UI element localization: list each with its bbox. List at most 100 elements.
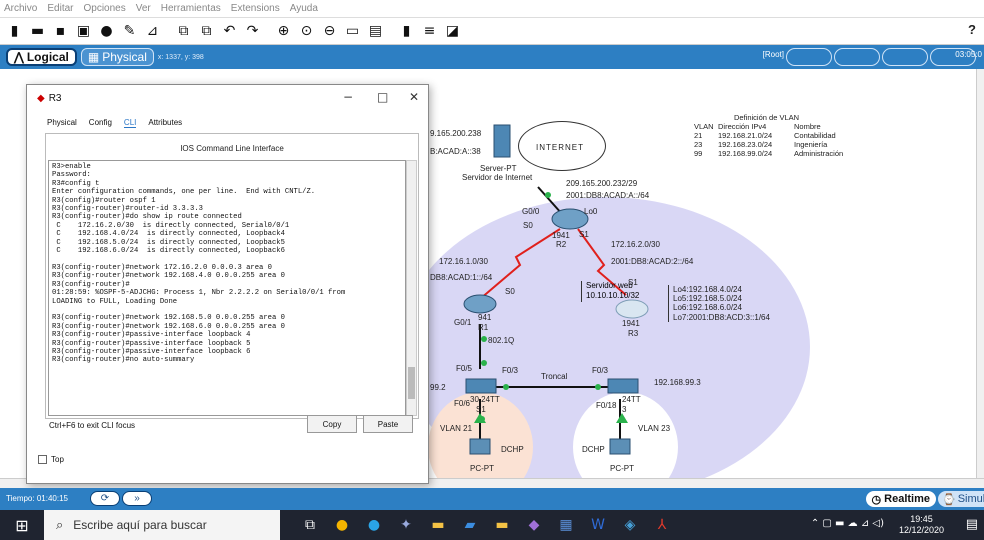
- tab-physical[interactable]: ▦ Physical: [80, 48, 154, 66]
- paste-icon[interactable]: ⧉: [198, 23, 215, 40]
- copy-button[interactable]: Copy: [307, 415, 357, 433]
- environment-clock: 03:05:0: [955, 50, 982, 59]
- link-indicator-4: [503, 384, 509, 390]
- menu-herramientas[interactable]: Herramientas: [161, 3, 221, 14]
- cli-terminal[interactable]: R3>enable Password: R3#config t Enter co…: [48, 160, 406, 416]
- open-folder-icon[interactable]: ▬: [29, 23, 46, 40]
- menu-editar[interactable]: Editar: [47, 3, 73, 14]
- power-cycle-icon[interactable]: ⟳: [90, 491, 120, 506]
- list-icon[interactable]: ≡: [421, 23, 438, 40]
- help-icon[interactable]: ?: [968, 22, 976, 37]
- visual-studio-icon[interactable]: ◆: [518, 517, 550, 533]
- clock-time: 19:45: [910, 514, 933, 524]
- tab-logical[interactable]: ⋀ Logical: [6, 48, 77, 66]
- r3-title-bar[interactable]: ◆ R3: [27, 85, 428, 111]
- file-explorer-icon[interactable]: ▬: [422, 517, 454, 533]
- top-checkbox-box[interactable]: [38, 455, 47, 464]
- pca-model: PC-PT: [470, 464, 494, 473]
- cli-scroll-thumb[interactable]: [408, 367, 415, 399]
- print-icon[interactable]: ▣: [75, 23, 92, 40]
- activity-wizard-icon[interactable]: ✎: [121, 23, 138, 40]
- task-view-icon[interactable]: ⧉: [294, 517, 326, 533]
- vlan-header-name: Nombre: [794, 122, 821, 131]
- word-icon[interactable]: W: [582, 517, 614, 533]
- workspace-vertical-scrollbar[interactable]: [976, 69, 984, 478]
- taskbar-search[interactable]: ⌕ Escribe aquí para buscar: [44, 510, 280, 540]
- system-tray-icons[interactable]: ⌃ ▢ ▬ ☁ ⊿ ◁): [811, 518, 884, 529]
- clock-date: 12/12/2020: [898, 524, 944, 535]
- copy-icon[interactable]: ⧉: [175, 23, 192, 40]
- link-r1-r2-ip6: DB8:ACAD:1::/64: [430, 273, 493, 282]
- custom-devices-icon[interactable]: ▤: [367, 23, 384, 40]
- store-icon[interactable]: ▰: [454, 517, 486, 533]
- simulation-label: Simulation: [957, 493, 984, 505]
- pcc-model: PC-PT: [610, 464, 634, 473]
- logical-icon: ⋀: [14, 50, 24, 64]
- table-row: 21 192.168.21.0/24 Contabilidad: [694, 131, 843, 140]
- image-icon[interactable]: ◪: [444, 23, 461, 40]
- maximize-icon[interactable]: □: [377, 90, 388, 104]
- network-info-icon[interactable]: ⊿: [144, 23, 161, 40]
- undo-icon[interactable]: ↶: [221, 23, 238, 40]
- cli-focus-hint: Ctrl+F6 to exit CLI focus: [49, 421, 136, 430]
- simulation-button[interactable]: ⌚ Simulation: [938, 491, 984, 507]
- save-icon[interactable]: ▪: [52, 23, 69, 40]
- link-r2-r3-ip4: 172.16.2.0/30: [611, 240, 660, 249]
- tab-attributes[interactable]: Attributes: [148, 118, 182, 128]
- notification-icon[interactable]: ▤: [966, 517, 978, 532]
- top-checkbox[interactable]: Top: [38, 455, 64, 464]
- info-icon[interactable]: ●: [98, 23, 115, 40]
- vlan-table-title: Definición de VLAN: [734, 113, 800, 122]
- close-icon[interactable]: ✕: [409, 90, 419, 104]
- realtime-button[interactable]: ◷ Realtime: [865, 491, 936, 507]
- taskbar-clock[interactable]: 19:45 12/12/2020: [899, 514, 944, 536]
- link-indicator-1: [545, 192, 551, 198]
- tab-config[interactable]: Config: [89, 118, 112, 128]
- dot1q-label: 802.1Q: [488, 336, 515, 345]
- tab-physical-device[interactable]: Physical: [47, 118, 77, 128]
- menu-extensions[interactable]: Extensions: [231, 3, 280, 14]
- packet-tracer-icon[interactable]: ◈: [614, 517, 646, 533]
- r3-lo4: Lo4:192.168.4.0/24: [673, 285, 742, 294]
- tab-logical-label: Logical: [26, 50, 69, 64]
- s3-switch-name: 3: [622, 405, 627, 414]
- menu-archivo[interactable]: Archivo: [4, 3, 37, 14]
- chrome-icon[interactable]: ●: [326, 517, 358, 533]
- fast-forward-icon[interactable]: »: [122, 491, 152, 506]
- windows-start-icon[interactable]: ⊞: [0, 516, 44, 535]
- cluster-pill-button[interactable]: [834, 48, 880, 66]
- document-icon[interactable]: ▮: [398, 23, 415, 40]
- paste-button[interactable]: Paste: [363, 415, 413, 433]
- server-desc: Servidor de Internet: [462, 173, 533, 182]
- zoom-in-icon[interactable]: ⊕: [275, 23, 292, 40]
- menu-ver[interactable]: Ver: [136, 3, 151, 14]
- zoom-reset-icon[interactable]: ⊙: [298, 23, 315, 40]
- folder-icon[interactable]: ▬: [486, 517, 518, 533]
- r1-g01-label: G0/1: [454, 318, 472, 327]
- vlan-id: 99: [694, 149, 703, 158]
- tab-cli[interactable]: CLI: [123, 118, 137, 128]
- tool-icon[interactable]: ✦: [390, 517, 422, 533]
- link-r1-r2-serial: [479, 228, 561, 300]
- menu-ayuda[interactable]: Ayuda: [290, 3, 318, 14]
- s1-switch-icon: [465, 378, 497, 394]
- r2-s1-label: S1: [579, 230, 589, 239]
- minimize-icon[interactable]: −: [343, 90, 353, 104]
- acrobat-icon[interactable]: ⅄: [646, 517, 678, 533]
- edge-icon[interactable]: ●: [358, 517, 390, 533]
- drawing-palette-icon[interactable]: ▭: [344, 23, 361, 40]
- r2-name: R2: [556, 240, 567, 249]
- root-label[interactable]: [Root]: [763, 50, 784, 59]
- viewport-pill-button[interactable]: [882, 48, 928, 66]
- redo-icon[interactable]: ↷: [244, 23, 261, 40]
- menu-opciones[interactable]: Opciones: [83, 3, 125, 14]
- new-file-icon[interactable]: ▮: [6, 23, 23, 40]
- back-pill-button[interactable]: [786, 48, 832, 66]
- zoom-out-icon[interactable]: ⊖: [321, 23, 338, 40]
- s3-switch-model: 24TT: [622, 395, 641, 404]
- r3-lo5: Lo5:192.168.5.0/24: [673, 294, 742, 304]
- calculator-icon[interactable]: ▦: [550, 517, 582, 533]
- vlan-ip: 192.168.21.0/24: [718, 131, 773, 140]
- pcc-pc-icon: [609, 438, 631, 455]
- cli-scrollbar[interactable]: [406, 160, 417, 416]
